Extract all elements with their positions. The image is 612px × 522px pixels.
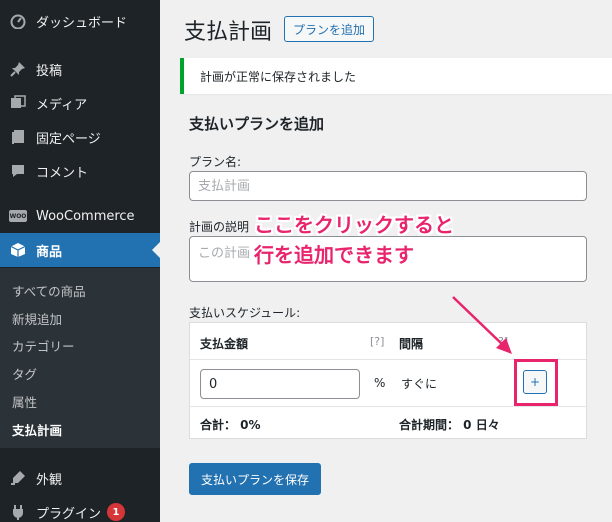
plan-name-input[interactable]	[189, 171, 587, 201]
annotation-line-1: ここをクリックすると	[254, 213, 454, 237]
total-period: 合計期間： 0 日々	[399, 418, 500, 432]
sidebar-item-media[interactable]: メディア	[0, 86, 160, 120]
pin-icon	[0, 61, 36, 77]
sidebar-item-pages[interactable]: 固定ページ	[0, 120, 160, 154]
dashboard-icon	[0, 13, 36, 29]
row-divider	[190, 406, 586, 407]
page-title: 支払計画	[184, 20, 273, 45]
percent-unit: %	[374, 376, 386, 390]
sidebar-item-appearance[interactable]: 外観	[0, 461, 160, 495]
total-percent: 合計： 0%	[200, 418, 261, 432]
submenu-item-tags[interactable]: タグ	[12, 364, 37, 383]
plugin-icon	[0, 504, 36, 520]
sidebar-item-label: メディア	[36, 97, 88, 113]
add-plan-button[interactable]: プランを追加	[284, 16, 375, 42]
submenu-item-attributes[interactable]: 属性	[12, 392, 37, 411]
column-header-amount: 支払金額	[200, 337, 249, 351]
update-count-badge: 1	[107, 503, 126, 521]
woocommerce-icon: WOO	[0, 210, 36, 222]
pages-icon	[0, 129, 36, 145]
products-submenu: すべての商品 新規追加 カテゴリー タグ 属性 支払計画	[0, 268, 160, 448]
sidebar-item-dashboard[interactable]: ダッシュボード	[0, 4, 160, 38]
sidebar-item-woocommerce[interactable]: WOO WooCommerce	[0, 199, 160, 233]
amount-input[interactable]	[200, 369, 360, 399]
submenu-item-add-new[interactable]: 新規追加	[12, 309, 62, 328]
sidebar-item-comments[interactable]: コメント	[0, 154, 160, 188]
admin-sidebar: ダッシュボード 投稿 メディア 固定ページ コメント WOO WooCommer…	[0, 0, 160, 522]
comment-icon	[0, 163, 36, 179]
sidebar-item-label: コメント	[36, 165, 89, 181]
schedule-label: 支払いスケジュール:	[189, 306, 301, 320]
appearance-icon	[0, 470, 36, 486]
sidebar-item-label: 投稿	[36, 63, 63, 79]
submenu-item-payment-plans[interactable]: 支払計画	[12, 420, 62, 439]
interval-value: すぐに	[401, 377, 438, 391]
sidebar-item-label: 外観	[36, 472, 63, 488]
interval-help-icon[interactable]: ?]	[498, 335, 508, 348]
sidebar-item-products[interactable]: 商品	[0, 233, 160, 267]
woocommerce-logo: WOO	[9, 210, 27, 222]
sidebar-item-posts[interactable]: 投稿	[0, 52, 160, 86]
save-plan-button[interactable]: 支払いプランを保存	[189, 463, 322, 495]
annotation-line-2: 行を追加できます	[254, 243, 414, 267]
description-label: 計画の説明	[189, 220, 250, 234]
amount-help-icon[interactable]: [?]	[370, 335, 384, 348]
plan-name-label: プラン名:	[189, 155, 242, 169]
sidebar-item-label: プラグイン	[36, 506, 102, 522]
success-notice: 計画が正常に保存されました	[180, 58, 612, 94]
submenu-item-categories[interactable]: カテゴリー	[12, 336, 75, 355]
submenu-item-all-products[interactable]: すべての商品	[12, 281, 86, 300]
annotation-highlight-box	[514, 359, 558, 406]
sidebar-item-label: WooCommerce	[36, 208, 135, 224]
product-box-icon	[0, 242, 36, 258]
annotation-callout: ここをクリックすると 行を追加できます	[254, 210, 454, 270]
section-title: 支払いプランを追加	[189, 115, 325, 133]
sidebar-item-plugins[interactable]: プラグイン 1	[0, 495, 160, 522]
sidebar-item-label: 商品	[36, 244, 63, 260]
notice-text: 計画が正常に保存されました	[200, 69, 357, 84]
media-icon	[0, 95, 36, 111]
sidebar-item-label: ダッシュボード	[36, 15, 128, 31]
sidebar-item-label: 固定ページ	[36, 131, 101, 147]
column-header-interval: 間隔	[399, 337, 424, 351]
